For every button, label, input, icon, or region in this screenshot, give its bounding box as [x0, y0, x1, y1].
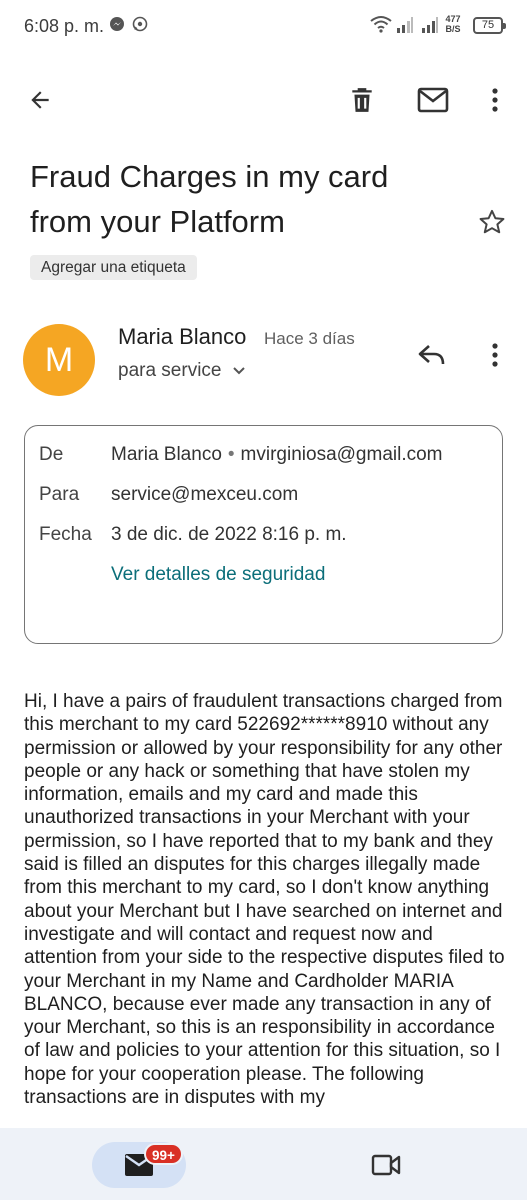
to-value: service@mexceu.com — [111, 484, 299, 505]
more-vert-icon — [492, 343, 498, 367]
bottom-navigation: 99+ — [0, 1128, 527, 1200]
reply-button[interactable] — [410, 333, 454, 377]
status-bar: 6:08 p. m. 477 B/S 75 — [0, 0, 527, 54]
details-from-row: De Maria Blanco • mvirginiosa@gmail.com — [39, 444, 443, 466]
star-button[interactable] — [470, 200, 514, 244]
whatsapp-icon — [132, 16, 148, 37]
back-button[interactable] — [18, 78, 62, 122]
network-speed: 477 B/S — [445, 14, 461, 34]
wifi-icon — [370, 15, 392, 38]
video-camera-icon — [371, 1154, 401, 1176]
details-date-row: Fecha 3 de dic. de 2022 8:16 p. m. — [39, 524, 347, 546]
from-label: De — [39, 444, 64, 465]
sender-name: Maria Blanco — [118, 324, 247, 349]
trash-icon — [352, 88, 372, 112]
mail-tab[interactable]: 99+ — [92, 1142, 186, 1188]
signal-icon — [396, 16, 414, 39]
add-label-chip[interactable]: Agregar una etiqueta — [30, 255, 197, 280]
date-label: Fecha — [39, 524, 92, 545]
more-options-button[interactable] — [473, 78, 517, 122]
email-subject: Fraud Charges in my card from your Platf… — [30, 159, 389, 239]
unread-badge: 99+ — [144, 1143, 183, 1165]
recipient-toggle[interactable]: para service — [118, 360, 246, 382]
battery-icon: 75 — [473, 17, 506, 34]
arrow-back-icon — [31, 91, 49, 109]
mark-unread-button[interactable] — [411, 78, 455, 122]
gmail-email-view: 6:08 p. m. 477 B/S 75 Fraud Charges in m… — [0, 0, 527, 1200]
sender-avatar[interactable]: M — [23, 324, 95, 396]
sent-time: Hace 3 días — [264, 329, 355, 348]
more-vert-icon — [492, 88, 498, 112]
reply-icon — [418, 345, 445, 365]
messenger-icon — [109, 16, 125, 37]
security-details-link[interactable]: Ver detalles de seguridad — [111, 564, 325, 586]
recipient-line: para service — [118, 360, 222, 381]
chevron-down-icon — [232, 366, 246, 376]
email-body: Hi, I have a pairs of fraudulent transac… — [24, 691, 505, 1109]
meet-tab[interactable] — [362, 1142, 410, 1188]
battery-level: 75 — [481, 19, 495, 31]
status-time: 6:08 p. m. — [24, 16, 105, 36]
to-label: Para — [39, 484, 80, 505]
details-to-row: Para service@mexceu.com — [39, 484, 298, 506]
from-value: Maria Blanco • mvirginiosa@gmail.com — [111, 444, 443, 465]
star-outline-icon — [479, 209, 505, 234]
mail-icon — [417, 87, 449, 113]
message-more-button[interactable] — [473, 333, 517, 377]
message-details-card: De Maria Blanco • mvirginiosa@gmail.com Pa… — [24, 425, 503, 644]
signal-icon-2 — [421, 16, 439, 39]
date-value: 3 de dic. de 2022 8:16 p. m. — [111, 524, 347, 545]
delete-button[interactable] — [340, 78, 384, 122]
